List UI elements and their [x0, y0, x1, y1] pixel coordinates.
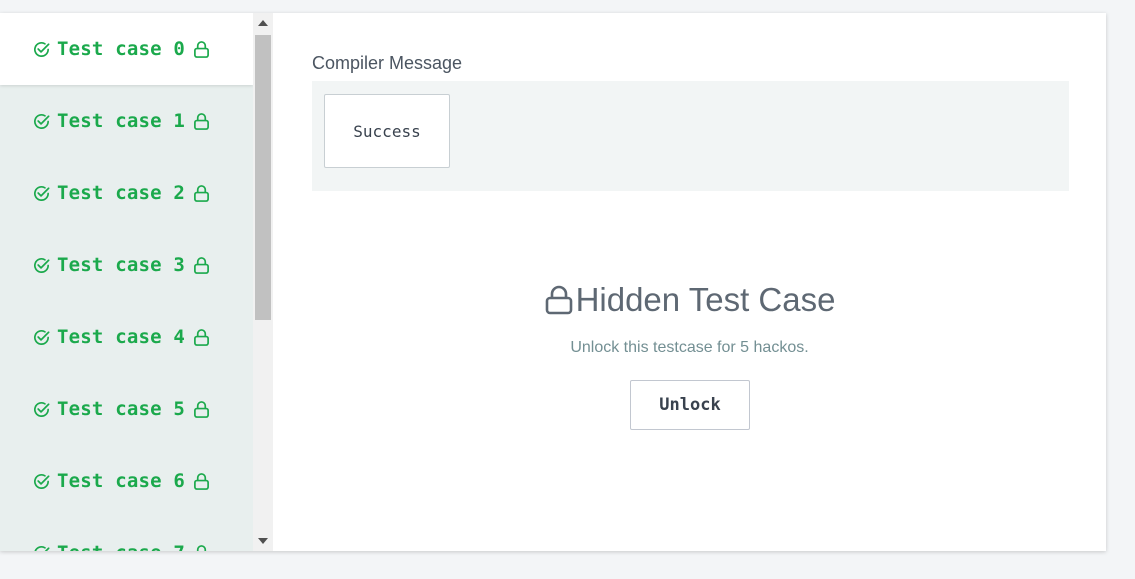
lock-icon — [193, 472, 210, 491]
hidden-test-case-title: Hidden Test Case — [575, 281, 836, 318]
lock-icon — [193, 256, 210, 275]
hidden-test-case-heading: Hidden Test Case — [273, 281, 1106, 319]
compiler-output: Success — [324, 94, 450, 168]
test-case-tab-1[interactable]: Test case 1 — [0, 85, 253, 157]
test-results-panel: Test case 0 Test case 1 Test case 2 Test… — [0, 13, 1106, 551]
lock-icon — [193, 112, 210, 131]
compiler-message-box: Success — [312, 81, 1069, 191]
lock-icon — [544, 284, 574, 316]
check-circle-icon — [32, 544, 51, 551]
test-case-tab-2[interactable]: Test case 2 — [0, 157, 253, 229]
test-case-tab-6[interactable]: Test case 6 — [0, 445, 253, 517]
test-case-label: Test case 6 — [57, 470, 186, 492]
lock-icon — [193, 328, 210, 347]
scrollbar-thumb[interactable] — [255, 35, 271, 320]
check-circle-icon — [32, 112, 51, 131]
check-circle-icon — [32, 328, 51, 347]
check-circle-icon — [32, 256, 51, 275]
test-case-label: Test case 2 — [57, 182, 186, 204]
test-case-label: Test case 5 — [57, 398, 186, 420]
test-case-label: Test case 7 — [57, 542, 185, 551]
lock-icon — [193, 184, 210, 203]
test-case-label: Test case 4 — [57, 326, 186, 348]
lock-icon — [193, 544, 210, 551]
test-case-list: Test case 0 Test case 1 Test case 2 Test… — [0, 13, 253, 551]
test-case-detail: Compiler Message Success Hidden Test Cas… — [273, 13, 1106, 551]
test-case-label: Test case 0 — [57, 38, 186, 60]
sidebar-scrollbar[interactable] — [253, 13, 273, 551]
scroll-up-arrow-icon[interactable] — [253, 13, 273, 33]
lock-icon — [193, 40, 210, 59]
unlock-button[interactable]: Unlock — [630, 380, 750, 430]
test-case-tab-7[interactable]: Test case 7 — [0, 517, 253, 551]
scroll-down-arrow-icon[interactable] — [253, 531, 273, 551]
check-circle-icon — [32, 184, 51, 203]
check-circle-icon — [32, 40, 51, 59]
test-case-tab-3[interactable]: Test case 3 — [0, 229, 253, 301]
test-case-label: Test case 1 — [57, 110, 186, 132]
check-circle-icon — [32, 472, 51, 491]
test-case-tab-4[interactable]: Test case 4 — [0, 301, 253, 373]
test-case-tab-0[interactable]: Test case 0 — [0, 13, 253, 85]
test-case-label: Test case 3 — [57, 254, 186, 276]
test-case-tab-5[interactable]: Test case 5 — [0, 373, 253, 445]
unlock-description: Unlock this testcase for 5 hackos. — [570, 339, 809, 356]
check-circle-icon — [32, 400, 51, 419]
lock-icon — [193, 400, 210, 419]
compiler-message-title: Compiler Message — [312, 53, 463, 73]
